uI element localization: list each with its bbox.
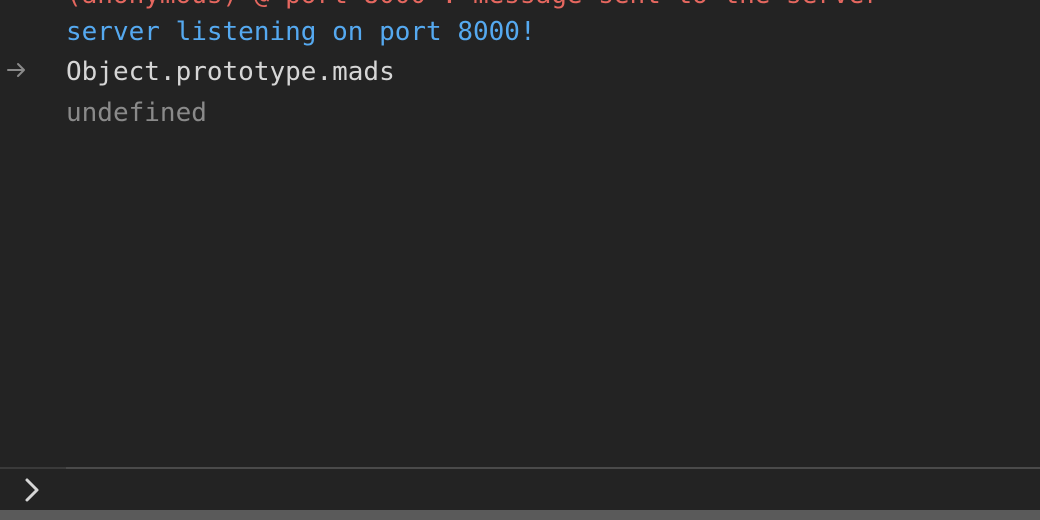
console-prompt[interactable] (0, 469, 1040, 512)
chevron-right-icon (25, 478, 39, 502)
console-error-line: (anonymous) @ port 8000 : message sent t… (66, 0, 880, 11)
console-input-line[interactable]: Object.prototype.mads (66, 56, 395, 88)
console-result-line[interactable]: undefined (66, 97, 207, 129)
horizontal-scrollbar[interactable] (0, 510, 1040, 520)
console-info-line: server listening on port 8000! (66, 17, 536, 47)
console-prompt-input[interactable] (66, 469, 1030, 512)
right-arrow-icon (7, 63, 25, 77)
console-panel: (anonymous) @ port 8000 : message sent t… (0, 0, 1040, 520)
console-log: (anonymous) @ port 8000 : message sent t… (0, 0, 1040, 468)
